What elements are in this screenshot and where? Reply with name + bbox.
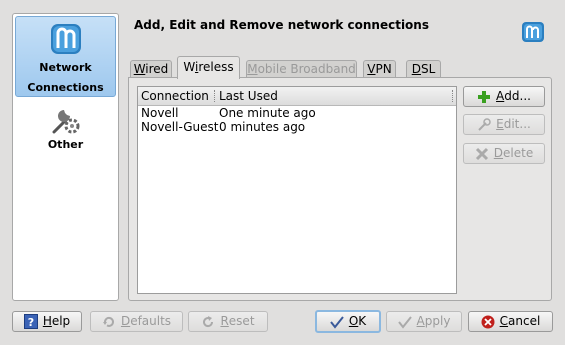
page-title: Add, Edit and Remove network connections bbox=[134, 18, 429, 32]
list-header: Connection Last Used bbox=[138, 87, 456, 106]
tab-wired[interactable]: Wired bbox=[130, 60, 172, 78]
edit-button[interactable]: Edit... bbox=[463, 114, 545, 135]
delete-icon bbox=[475, 147, 488, 160]
tab-vpn[interactable]: VPN bbox=[363, 60, 396, 78]
reset-icon bbox=[203, 315, 214, 327]
apply-button[interactable]: Apply bbox=[386, 311, 462, 332]
help-icon: ? bbox=[23, 314, 38, 329]
column-header-last-used[interactable]: Last Used bbox=[219, 87, 278, 105]
delete-button[interactable]: Delete bbox=[463, 143, 545, 164]
column-separator[interactable] bbox=[214, 90, 216, 102]
sidebar-label-line1: Network bbox=[39, 61, 92, 74]
check-icon bbox=[397, 315, 412, 329]
check-icon bbox=[330, 315, 344, 329]
column-separator[interactable] bbox=[452, 90, 454, 102]
network-connections-icon bbox=[50, 24, 81, 54]
cancel-icon bbox=[481, 315, 495, 328]
wrench-gear-icon bbox=[52, 110, 79, 134]
network-logo-icon bbox=[522, 22, 544, 42]
plus-icon bbox=[478, 90, 491, 103]
ok-button[interactable]: OK bbox=[315, 310, 381, 333]
sidebar-label-other: Other bbox=[47, 138, 84, 151]
connections-list[interactable]: Connection Last Used Novell One minute a… bbox=[137, 86, 457, 294]
table-row[interactable]: Novell-Guest 0 minutes ago bbox=[138, 120, 456, 134]
sidebar: Network Connections Other bbox=[12, 13, 119, 301]
defaults-button[interactable]: Defaults bbox=[90, 311, 183, 332]
tab-panel-wireless: Connection Last Used Novell One minute a… bbox=[128, 77, 552, 301]
cell-connection: Novell-Guest bbox=[141, 120, 219, 134]
help-button[interactable]: ? Help bbox=[12, 311, 82, 332]
table-row[interactable]: Novell One minute ago bbox=[138, 106, 456, 120]
reset-button[interactable]: Reset bbox=[188, 311, 268, 332]
cell-connection: Novell bbox=[141, 106, 179, 120]
add-button[interactable]: Add... bbox=[463, 86, 545, 107]
sidebar-item-other[interactable]: Other bbox=[15, 100, 116, 160]
cancel-button[interactable]: Cancel bbox=[468, 311, 553, 332]
defaults-icon bbox=[102, 316, 114, 327]
column-header-connection[interactable]: Connection bbox=[141, 87, 209, 105]
edit-icon bbox=[478, 117, 491, 131]
sidebar-label-line2: Connections bbox=[27, 81, 104, 94]
svg-text:?: ? bbox=[28, 316, 34, 329]
tab-mobile-broadband[interactable]: Mobile Broadband bbox=[246, 60, 357, 78]
cell-last-used: 0 minutes ago bbox=[219, 120, 306, 134]
cell-last-used: One minute ago bbox=[219, 106, 316, 120]
tab-wireless[interactable]: Wireless bbox=[177, 56, 240, 79]
tab-dsl[interactable]: DSL bbox=[406, 60, 441, 78]
sidebar-item-network-connections[interactable]: Network Connections bbox=[15, 16, 116, 97]
